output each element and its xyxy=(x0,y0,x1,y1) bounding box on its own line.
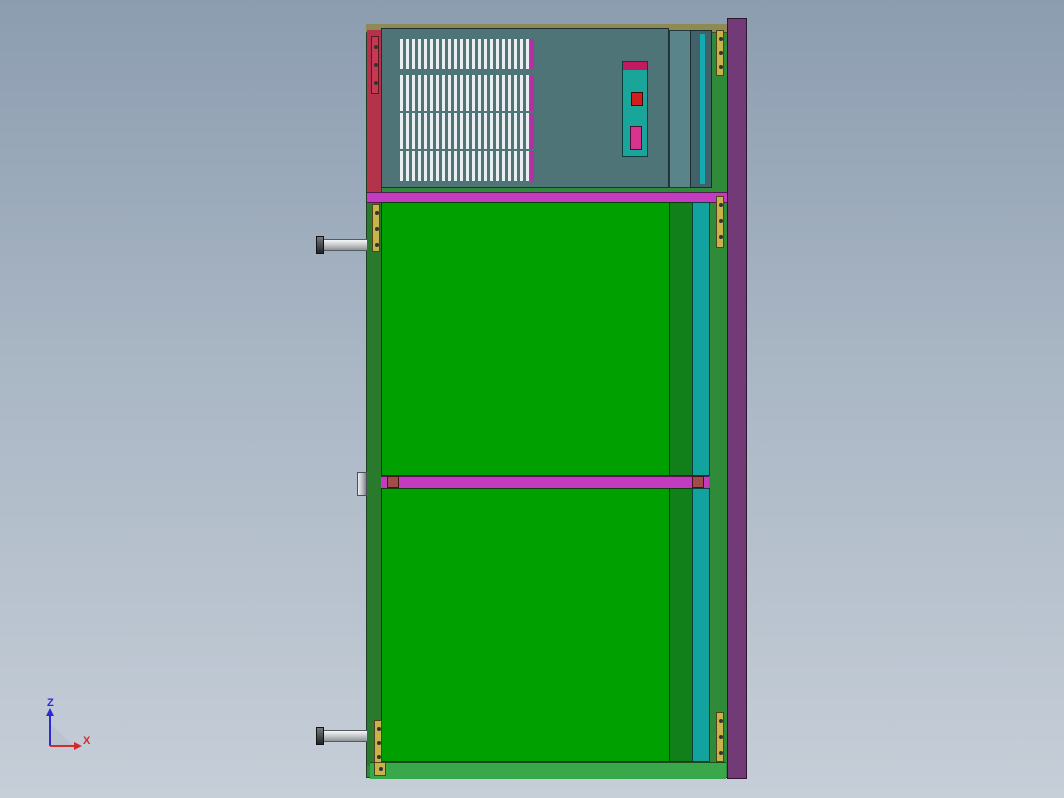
bolt-hole-icon xyxy=(719,719,723,723)
vent-grille xyxy=(400,151,534,181)
bolt-hole-icon xyxy=(719,65,723,69)
axis-triad: Z X xyxy=(38,696,108,756)
bolt-hole-icon xyxy=(377,727,381,731)
bolt-hole-icon xyxy=(719,37,723,41)
bolt-hole-icon xyxy=(719,751,723,755)
bolt-hole-icon xyxy=(719,51,723,55)
axis-z-label: Z xyxy=(47,697,54,709)
left-top-bracket[interactable] xyxy=(371,36,379,94)
bolt-hole-icon xyxy=(719,735,723,739)
bolt-hole-icon xyxy=(375,227,379,231)
power-panel[interactable] xyxy=(622,61,648,157)
left-bottom-bracket[interactable] xyxy=(374,762,386,776)
upper-pipe[interactable] xyxy=(322,239,368,251)
lower-pipe[interactable] xyxy=(322,730,368,742)
lower-drawer-side[interactable] xyxy=(669,488,693,762)
computer-bezel[interactable] xyxy=(669,30,691,188)
side-knob[interactable] xyxy=(357,472,367,496)
left-upper-bracket[interactable] xyxy=(372,204,380,252)
left-lower-bracket[interactable] xyxy=(374,720,382,764)
axis-x-label: X xyxy=(83,735,91,747)
bolt-hole-icon xyxy=(374,63,378,67)
lower-drawer-front[interactable] xyxy=(381,488,671,762)
bolt-hole-icon xyxy=(375,211,379,215)
pipe-cap-icon[interactable] xyxy=(316,236,324,254)
bolt-hole-icon xyxy=(374,81,378,85)
upper-drawer-front[interactable] xyxy=(381,202,671,476)
right-upper-bracket[interactable] xyxy=(716,196,724,248)
right-top-bracket[interactable] xyxy=(716,30,724,76)
bolt-hole-icon xyxy=(719,235,723,239)
right-side-panel[interactable] xyxy=(727,18,747,779)
bolt-hole-icon xyxy=(377,741,381,745)
industrial-computer-case[interactable] xyxy=(381,28,669,188)
bolt-hole-icon xyxy=(719,203,723,207)
pipe-cap-icon[interactable] xyxy=(316,727,324,745)
power-panel-cap xyxy=(623,62,647,70)
lower-drawer-rail[interactable] xyxy=(692,488,710,762)
upper-drawer-rail[interactable] xyxy=(692,202,710,476)
vent-grille xyxy=(400,39,534,69)
vent-grille xyxy=(400,75,534,111)
bezel-slot xyxy=(700,34,705,184)
right-lower-bracket[interactable] xyxy=(716,712,724,762)
bolt-hole-icon xyxy=(374,45,378,49)
left-frame-post[interactable] xyxy=(367,196,382,766)
bottom-rail[interactable] xyxy=(370,762,726,779)
upper-drawer-side[interactable] xyxy=(669,202,693,476)
usb-port-icon[interactable] xyxy=(630,126,642,150)
bolt-hole-icon xyxy=(719,219,723,223)
bolt-hole-icon xyxy=(377,755,381,759)
divider-block[interactable] xyxy=(387,476,399,488)
divider-block[interactable] xyxy=(692,476,704,488)
bolt-hole-icon xyxy=(375,243,379,247)
bolt-hole-icon xyxy=(379,767,383,771)
power-switch-icon[interactable] xyxy=(631,92,643,106)
vent-grille xyxy=(400,113,534,149)
